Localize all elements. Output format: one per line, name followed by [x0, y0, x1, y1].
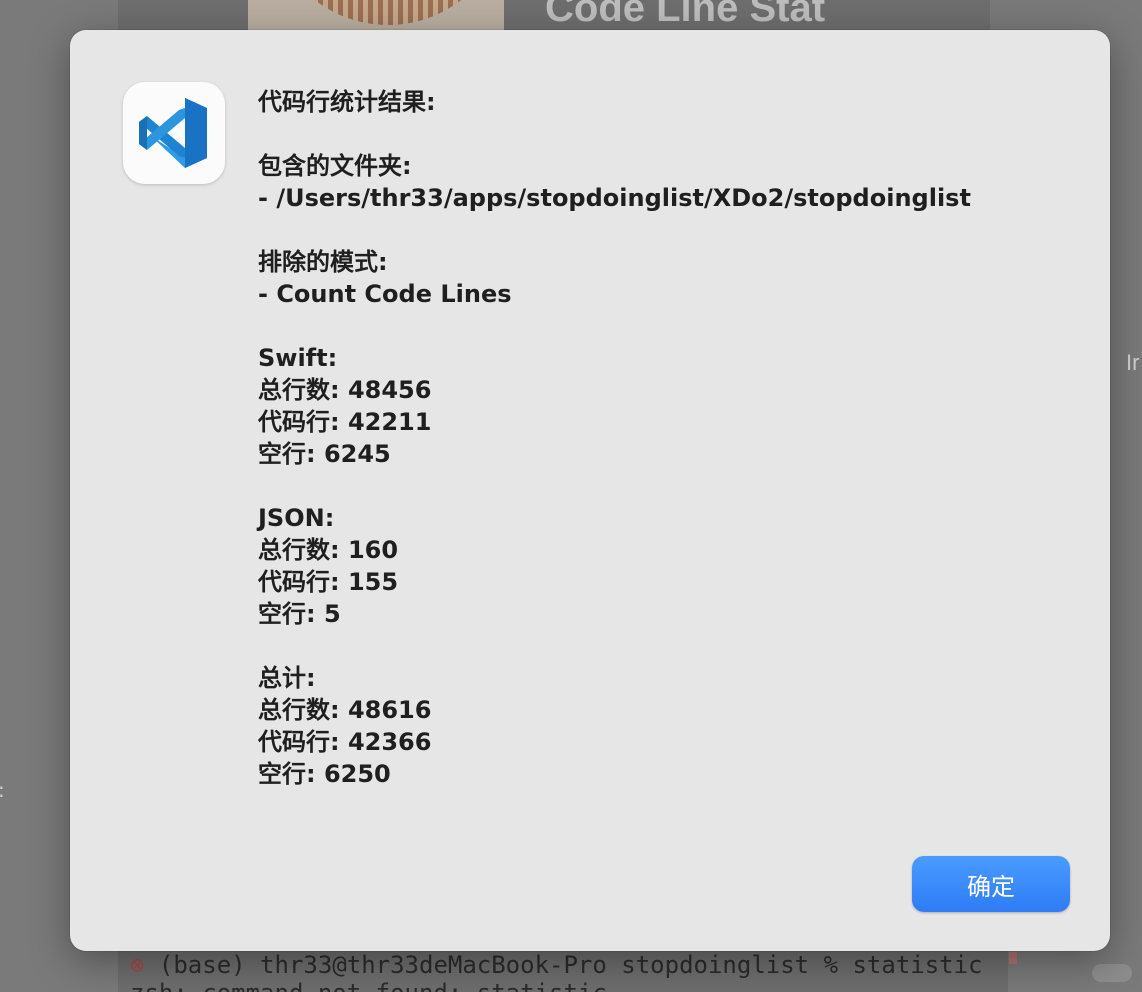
message-title: 代码行统计结果:	[258, 88, 436, 116]
background-title: Code Line Stat	[545, 0, 826, 30]
vscode-icon-graphic	[139, 98, 207, 168]
message-line: 空行: 6245	[258, 440, 391, 468]
message-line: 总行数: 160	[258, 536, 399, 564]
message-line	[258, 630, 1078, 662]
message-line: 代码行: 42211	[258, 408, 432, 436]
message-line	[258, 470, 1078, 502]
message-line: 总计:	[258, 664, 316, 692]
background-thumbnail	[248, 0, 504, 30]
message-line: Swift:	[258, 344, 338, 372]
message-line: 空行: 6250	[258, 760, 391, 788]
background-left-char: :	[0, 778, 5, 802]
error-icon: ⊗	[130, 951, 145, 979]
message-line: 包含的文件夹:	[258, 152, 412, 180]
terminal-line: zsh: command not found: statistic	[130, 979, 607, 992]
background-side-text: Ir	[1126, 350, 1140, 375]
alert-message: 代码行统计结果: 包含的文件夹: - /Users/thr33/apps/sto…	[258, 86, 1078, 790]
alert-dialog: 代码行统计结果: 包含的文件夹: - /Users/thr33/apps/sto…	[70, 30, 1110, 951]
message-line	[258, 310, 1078, 342]
message-line: - Count Code Lines	[258, 280, 512, 308]
watermark	[1092, 964, 1132, 982]
message-line	[258, 214, 1078, 246]
background-thumbnail-art	[268, 0, 504, 25]
message-line: 总行数: 48456	[258, 376, 432, 404]
terminal-line: ⊗ (base) thr33@thr33deMacBook-Pro stopdo…	[130, 951, 983, 979]
terminal-text: (base) thr33@thr33deMacBook-Pro stopdoin…	[144, 951, 983, 979]
message-line: 排除的模式:	[258, 248, 388, 276]
message-line: JSON:	[258, 504, 335, 532]
background-terminal: ⊗ (base) thr33@thr33deMacBook-Pro stopdo…	[118, 948, 1008, 992]
message-line: 代码行: 42366	[258, 728, 432, 756]
confirm-button[interactable]: 确定	[912, 856, 1070, 912]
message-line: - /Users/thr33/apps/stopdoinglist/XDo2/s…	[258, 184, 971, 212]
terminal-cursor	[1009, 952, 1017, 964]
message-line	[258, 118, 1078, 150]
message-line: 代码行: 155	[258, 568, 399, 596]
vscode-icon	[123, 82, 225, 184]
message-line: 总行数: 48616	[258, 696, 432, 724]
message-line: 空行: 5	[258, 600, 341, 628]
